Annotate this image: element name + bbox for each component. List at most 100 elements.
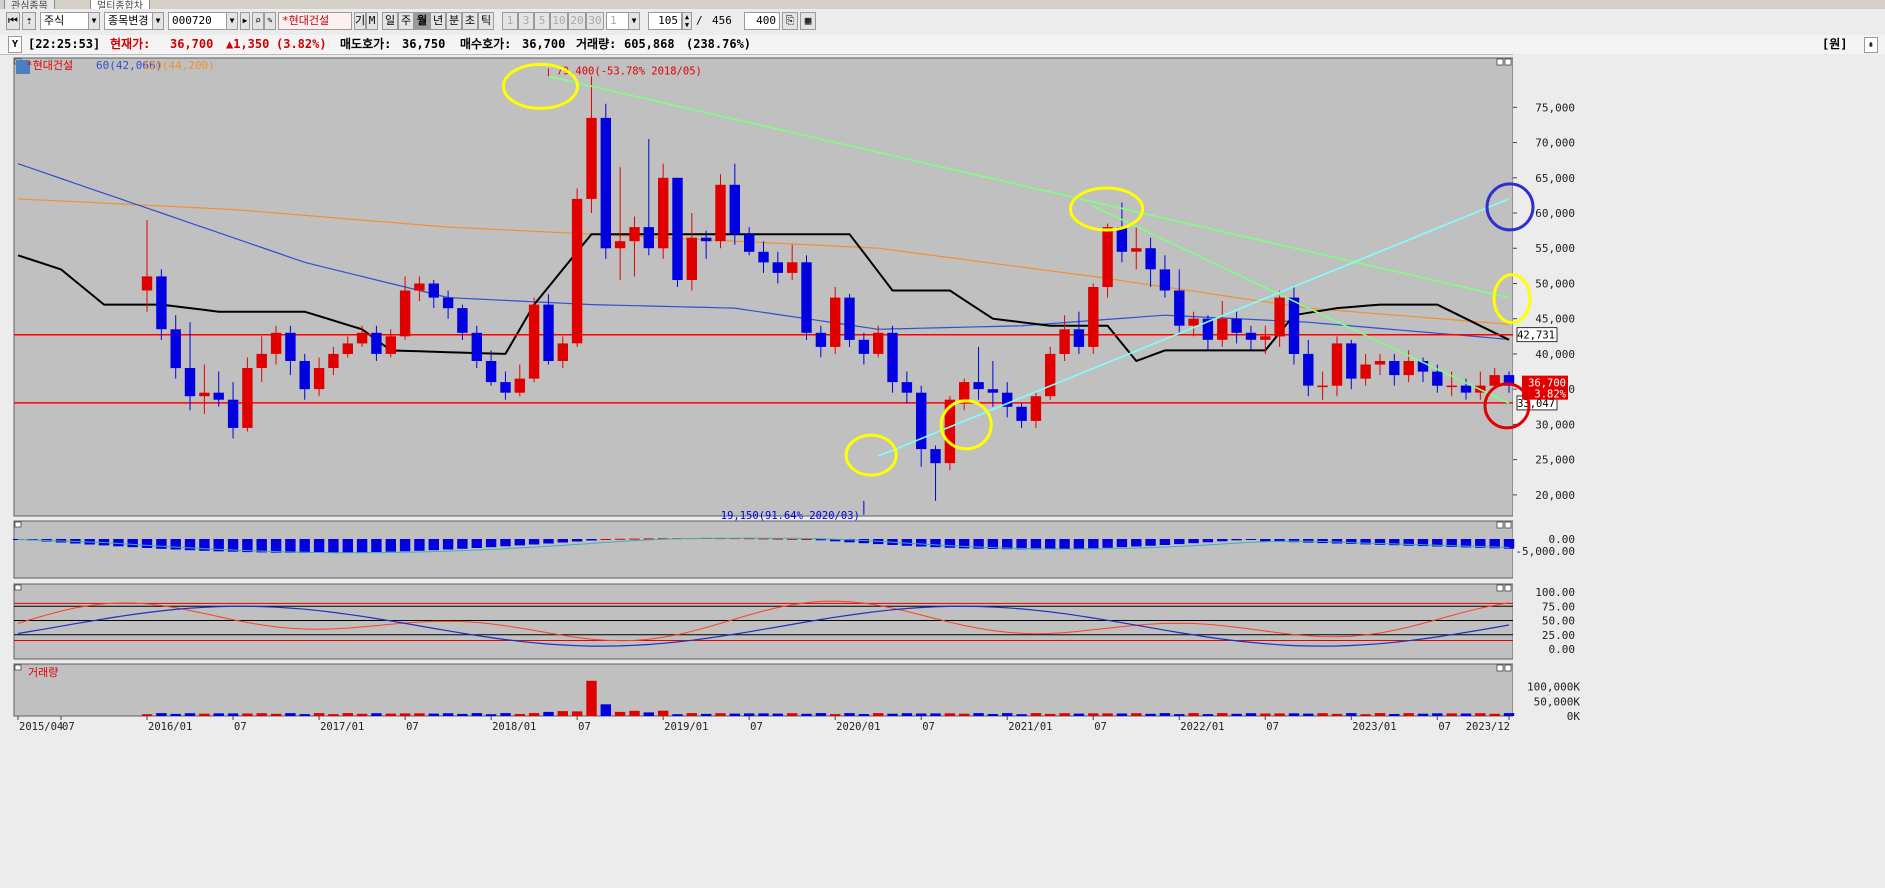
macd-bar	[528, 539, 540, 545]
interval-10-button[interactable]: 10	[550, 12, 568, 30]
candle-body	[414, 283, 425, 291]
volume-bar	[1489, 713, 1500, 716]
period-label: 틱	[480, 14, 492, 27]
display-count-value: 400	[756, 14, 776, 27]
volume-bar	[285, 713, 296, 716]
interval-5-button[interactable]: 5	[534, 12, 550, 30]
collapse-icon[interactable]: ⇞	[1864, 37, 1878, 53]
volume-bar	[873, 713, 884, 716]
candle-body	[1389, 361, 1400, 376]
candle-body	[371, 332, 382, 354]
play-icon[interactable]: ▶	[240, 12, 250, 30]
interval-3-button[interactable]: 3	[518, 12, 534, 30]
table-icon[interactable]: ▦	[800, 12, 816, 30]
candle-body	[256, 353, 267, 368]
bid-price: 36,700	[522, 37, 566, 51]
chevron-down-icon[interactable]: ▼	[152, 12, 164, 30]
macd-bar	[1045, 539, 1056, 550]
macd-bar	[500, 539, 511, 547]
volume-label: 거래량:	[576, 37, 617, 51]
macd-bar	[127, 539, 138, 548]
macd-bar	[328, 539, 339, 553]
interval-label: 5	[538, 14, 546, 27]
volume-bar	[830, 714, 841, 716]
period-second-button[interactable]: 초	[462, 12, 478, 30]
volume-bar	[701, 713, 712, 716]
period-tick-button[interactable]: 틱	[478, 12, 494, 30]
candle-body	[701, 237, 712, 242]
period-month-button[interactable]: 월	[414, 12, 430, 30]
panel-close-icon	[1504, 664, 1512, 672]
volume-bar	[1088, 713, 1099, 716]
search-icon[interactable]: ⌕	[252, 12, 264, 30]
volume-bar	[744, 713, 755, 716]
interval-30-button[interactable]: 30	[586, 12, 604, 30]
pin-icon[interactable]: ⇡	[22, 12, 36, 30]
volume-bar	[256, 713, 267, 716]
candle-body	[543, 304, 554, 361]
candle-body	[485, 361, 497, 383]
x-tick-label: 07	[1266, 721, 1279, 733]
funnel-icon[interactable]: Y	[8, 36, 22, 53]
btn-m[interactable]: M	[366, 12, 378, 30]
volume-bar	[1159, 713, 1171, 716]
volume-bar	[901, 713, 913, 716]
x-tick-label: 2017/01	[320, 721, 364, 733]
candle-body	[614, 241, 626, 249]
spinner-icon[interactable]: ▲ ▼	[682, 12, 692, 30]
x-tick-label: 2015/04	[19, 721, 63, 733]
stock-name-display: *현대건설	[278, 12, 352, 30]
chevron-down-icon[interactable]: ▼	[226, 12, 238, 30]
bid-label: 매수호가:	[460, 37, 512, 51]
volume-bar	[528, 713, 540, 716]
volume-tick-label: 100,000K	[1527, 681, 1580, 694]
volume-bar	[1131, 713, 1142, 716]
volume-bar	[1174, 714, 1185, 716]
macd-bar	[285, 539, 296, 553]
volume-bar	[1260, 713, 1271, 716]
candle-body	[1331, 343, 1343, 386]
candle-body	[1174, 290, 1185, 326]
candle-body	[672, 177, 683, 280]
candle-body	[342, 343, 353, 354]
y-tick-label: 25,000	[1535, 454, 1575, 467]
interval-20-button[interactable]: 20	[568, 12, 586, 30]
x-tick-label: 07	[922, 721, 935, 733]
volume-bar	[184, 713, 196, 716]
macd-bar	[1030, 539, 1042, 550]
period-year-button[interactable]: 년	[430, 12, 446, 30]
y-tick-label: 65,000	[1535, 172, 1575, 185]
volume-value: 605,868	[624, 37, 675, 51]
unit-button[interactable]: [원]	[1822, 35, 1848, 54]
volume-bar	[213, 713, 224, 716]
candle-body	[299, 361, 310, 390]
high-annotation: 79,400(-53.78% 2018/05)	[556, 65, 701, 77]
period-minute-button[interactable]: 분	[446, 12, 462, 30]
period-day-button[interactable]: 일	[382, 12, 398, 30]
volume-legend: 거래량	[28, 666, 58, 679]
position-input[interactable]: 105	[648, 12, 682, 30]
export-icon[interactable]: ⎘	[782, 12, 798, 30]
candle-body	[1403, 361, 1414, 376]
volume-bar	[1217, 713, 1228, 716]
stock-code-value: 000720	[172, 14, 212, 27]
candle-body	[1303, 353, 1314, 386]
volume-bar	[442, 713, 454, 716]
macd-bar	[428, 539, 439, 551]
edit-icon[interactable]: ✎	[264, 12, 276, 30]
display-count-input[interactable]: 400	[744, 12, 780, 30]
candle-body	[1460, 385, 1472, 393]
x-tick-label: 07	[578, 721, 591, 733]
chevron-down-icon[interactable]: ▼	[628, 12, 640, 30]
volume-bar	[844, 713, 855, 716]
btn-gi[interactable]: 기	[354, 12, 366, 30]
first-page-icon[interactable]: ⏮	[6, 12, 20, 30]
macd-bar	[485, 539, 497, 548]
candle-body	[1073, 329, 1085, 347]
period-week-button[interactable]: 주	[398, 12, 414, 30]
interval-1-button[interactable]: 1	[502, 12, 518, 30]
volume-tick-label: 50,000K	[1534, 695, 1581, 708]
chevron-down-icon[interactable]: ▼	[88, 12, 100, 30]
volume-bar	[485, 714, 497, 716]
panel-main-bg	[13, 57, 1514, 517]
